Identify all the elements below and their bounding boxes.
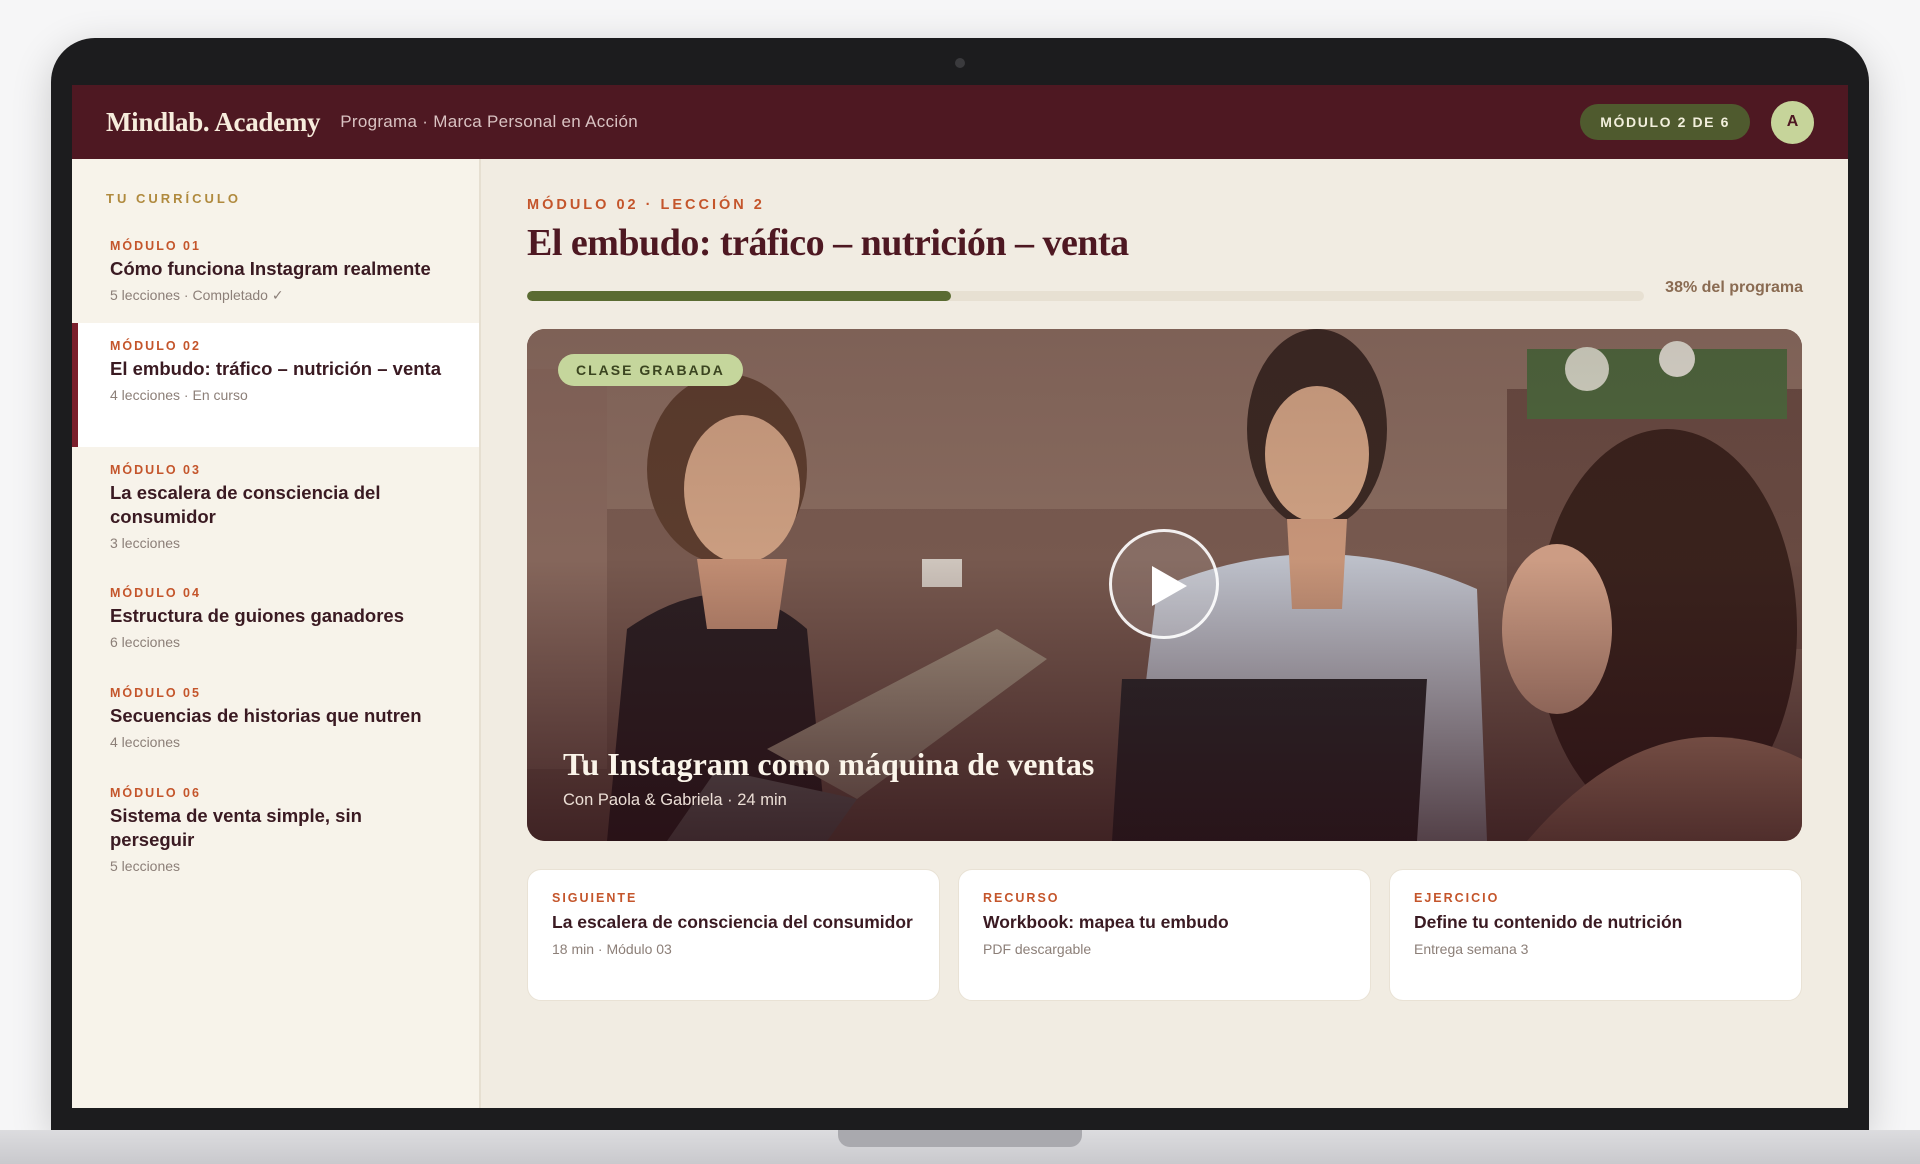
module-name: Estructura de guiones ganadores [110,605,405,626]
module-tag: MÓDULO 05 [110,686,201,700]
video-title: Tu Instagram como máquina de ventas [563,746,1095,782]
module-name: Sistema de venta simple, sin perseguir [110,805,362,850]
sidebar-item-module-02[interactable]: MÓDULO 02 El embudo: tráfico – nutrición… [72,323,479,447]
program-progress-bar [527,291,1644,301]
program-progress-label: 38% del programa [1665,279,1803,296]
video-subtitle: Con Paola & Gabriela · 24 min [563,791,787,809]
lesson-title: El embudo: tráfico – nutrición – venta [527,222,1129,264]
user-avatar[interactable]: A [1771,100,1814,144]
sidebar-item-module-06[interactable]: MÓDULO 06 Sistema de venta simple, sin p… [72,786,479,874]
lesson-breadcrumb: MÓDULO 02 · LECCIÓN 2 [527,197,765,213]
module-tag: MÓDULO 06 [110,786,201,800]
card-title: La escalera de consciencia del consumido… [552,912,913,932]
module-tag: MÓDULO 01 [110,239,201,253]
card-title: Define tu contenido de nutrición [1414,912,1683,932]
app-screen: Mindlab. Academy Programa · Marca Person… [72,85,1848,1108]
curriculum-sidebar: TU CURRÍCULO MÓDULO 01 Cómo funciona Ins… [72,159,481,1108]
next-lesson-card[interactable]: SIGUIENTE La escalera de consciencia del… [527,869,940,1001]
module-meta: 3 lecciones [110,535,181,551]
video-player[interactable]: CLASE GRABADA Tu Instagram como máquina … [527,329,1802,841]
module-name: Cómo funciona Instagram realmente [110,258,431,279]
play-button[interactable] [1109,529,1219,639]
module-name: La escalera de consciencia del consumido… [110,482,381,527]
module-tag: MÓDULO 04 [110,586,201,600]
card-meta: Entrega semana 3 [1414,941,1529,957]
exercise-card[interactable]: EJERCICIO Define tu contenido de nutrici… [1389,869,1802,1001]
card-tag: EJERCICIO [1414,891,1500,905]
module-tag: MÓDULO 03 [110,463,201,477]
sidebar-item-module-05[interactable]: MÓDULO 05 Secuencias de historias que nu… [72,686,479,750]
module-tag: MÓDULO 02 [110,339,201,353]
sidebar-title: TU CURRÍCULO [106,191,241,206]
card-tag: RECURSO [983,891,1060,905]
resource-card[interactable]: RECURSO Workbook: mapea tu embudo PDF de… [958,869,1371,1001]
module-meta: 5 lecciones [110,858,181,874]
module-name: Secuencias de historias que nutren [110,705,422,726]
program-name: Programa · Marca Personal en Acción [340,112,638,131]
sidebar-item-module-04[interactable]: MÓDULO 04 Estructura de guiones ganadore… [72,586,479,650]
module-name: El embudo: tráfico – nutrición – venta [110,358,441,379]
module-meta: 6 lecciones [110,634,181,650]
card-tag: SIGUIENTE [552,891,638,905]
module-meta: 5 lecciones · Completado ✓ [110,287,284,303]
sidebar-item-module-01[interactable]: MÓDULO 01 Cómo funciona Instagram realme… [72,239,479,304]
play-icon [1152,566,1187,606]
program-progress-fill [527,291,952,301]
brand-logo[interactable]: Mindlab. Academy [106,107,321,138]
module-meta: 4 lecciones [110,734,181,750]
card-title: Workbook: mapea tu embudo [983,912,1229,932]
card-meta: PDF descargable [983,941,1092,957]
laptop-notch [838,1130,1082,1147]
recorded-class-badge: CLASE GRABADA [558,354,743,386]
top-bar: Mindlab. Academy Programa · Marca Person… [72,85,1848,159]
module-progress-badge: MÓDULO 2 DE 6 [1580,104,1750,140]
camera-icon [955,58,965,68]
sidebar-item-module-03[interactable]: MÓDULO 03 La escalera de consciencia del… [72,463,479,551]
module-meta: 4 lecciones · En curso [110,387,248,403]
card-meta: 18 min · Módulo 03 [552,941,672,957]
